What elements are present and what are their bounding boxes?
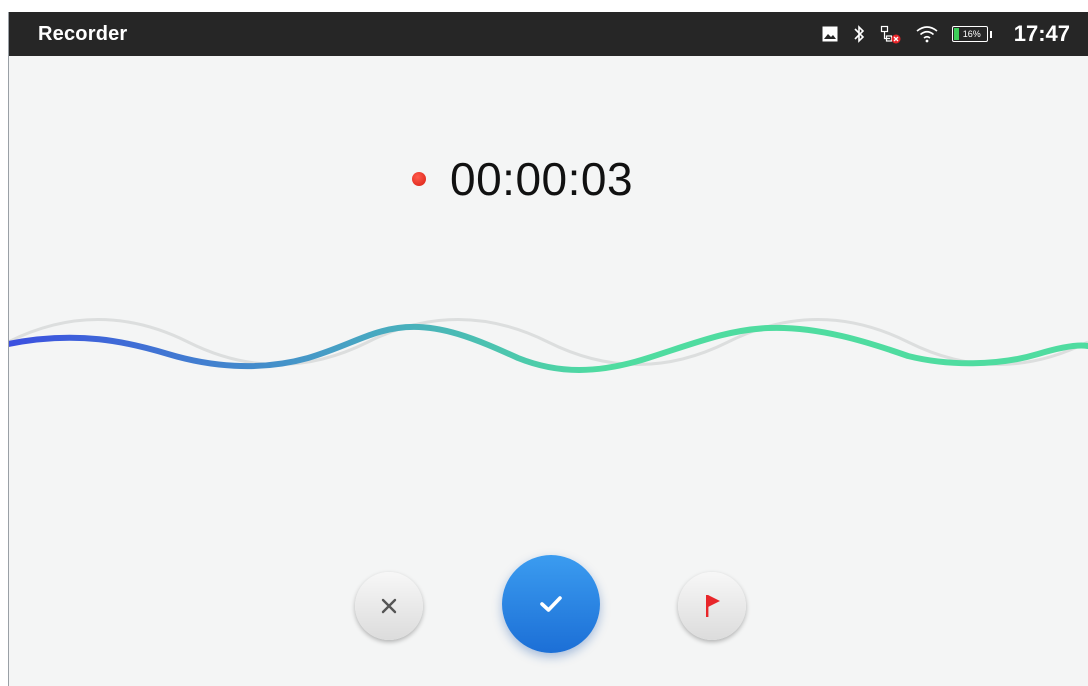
elapsed-time: 00:00:03: [450, 153, 634, 205]
audio-waveform: [8, 318, 1088, 373]
status-icons: 16% 17:47: [808, 12, 1070, 56]
battery-percent: 16%: [962, 29, 981, 39]
image-icon: [822, 26, 838, 42]
network-disconnected-icon: [880, 24, 902, 44]
battery-indicator: 16%: [951, 26, 988, 42]
status-bar: Recorder 16% 17:47: [8, 12, 1088, 56]
bluetooth-icon: [852, 24, 866, 44]
status-clock: 17:47: [1013, 21, 1070, 46]
cancel-button[interactable]: [355, 572, 423, 640]
flag-icon: [706, 595, 720, 617]
app-title: Recorder: [38, 23, 128, 45]
save-recording-button[interactable]: [502, 555, 600, 653]
recording-dot-icon: [412, 172, 426, 186]
recording-timer: 00:00:03: [412, 152, 633, 206]
check-icon: [540, 596, 562, 612]
recorder-screen: Recorder 16% 17:47 00:00:03: [8, 12, 1088, 686]
window-edge: [8, 12, 9, 686]
wifi-icon: [916, 25, 938, 43]
close-icon: [381, 598, 397, 614]
battery-icon: 16%: [951, 26, 992, 42]
add-marker-button[interactable]: [678, 572, 746, 640]
